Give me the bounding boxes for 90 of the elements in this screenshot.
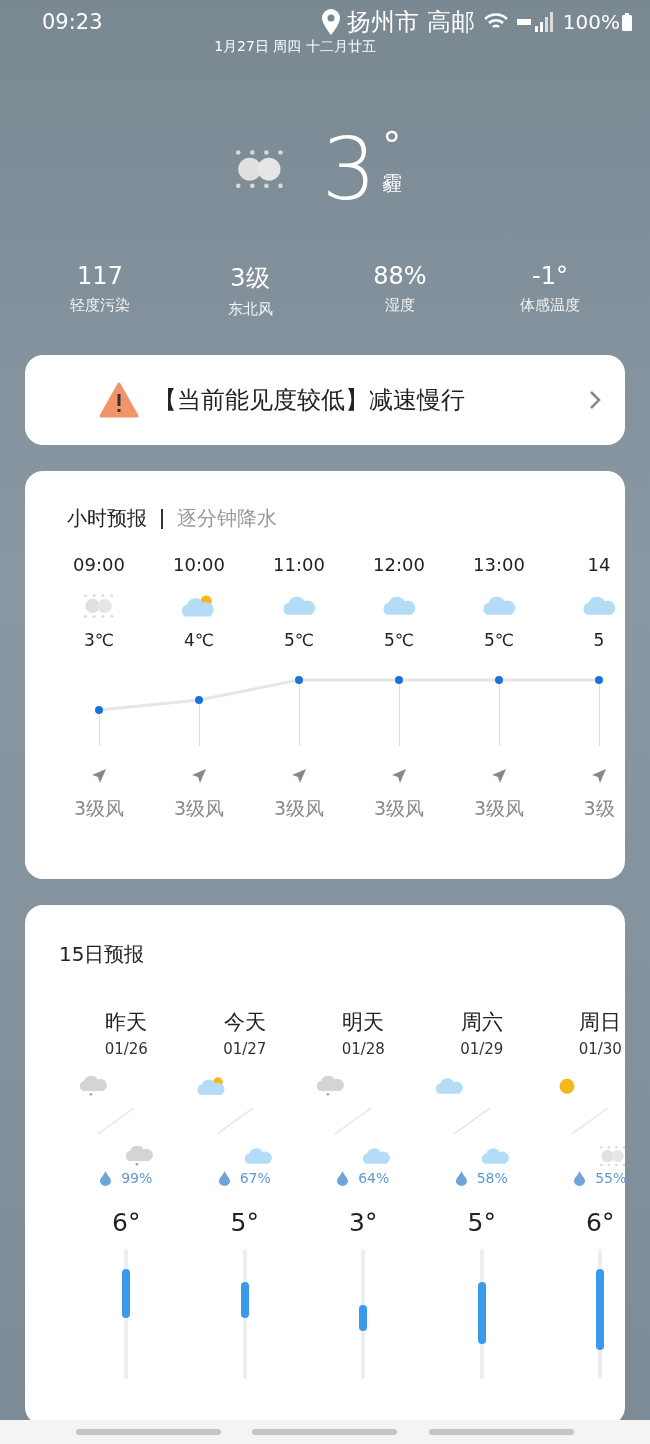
- battery-icon: [622, 13, 632, 31]
- hour-time: 11:00: [273, 554, 325, 577]
- raindrop-icon: [455, 1170, 467, 1186]
- day-name: 周六: [460, 1009, 503, 1036]
- stat-value: 3级: [230, 263, 270, 294]
- temperature-range-bar: [359, 1304, 368, 1331]
- day-date: 01/28: [341, 1040, 385, 1058]
- hour-temperature: 4℃: [184, 630, 214, 650]
- forecast-tab[interactable]: 小时预报: [67, 505, 147, 532]
- raindrop-icon: [574, 1170, 586, 1186]
- temperature-range-bar: [477, 1281, 486, 1344]
- temperature-dot: [295, 676, 303, 684]
- page-indicator[interactable]: [252, 1429, 398, 1435]
- wind-direction-icon: [591, 768, 607, 784]
- page-indicator[interactable]: [429, 1429, 575, 1435]
- day-name: 今天: [223, 1009, 266, 1036]
- card-title: 15日预报: [58, 941, 146, 968]
- day-date: 01/30: [578, 1040, 622, 1058]
- divider-slash: [96, 1106, 137, 1136]
- wind-level: 3级风: [373, 796, 425, 821]
- divider-slash: [214, 1106, 255, 1136]
- day-name: 昨天: [105, 1009, 148, 1036]
- hour-time: 14: [587, 554, 611, 577]
- day-name: 明天: [342, 1009, 385, 1036]
- raindrop-icon: [218, 1170, 230, 1186]
- wind-direction-icon: [491, 768, 507, 784]
- wind-level: 3级风: [473, 796, 525, 821]
- day-date: 01/27: [223, 1040, 267, 1058]
- page-indicator[interactable]: [75, 1429, 221, 1435]
- chevron-right-icon: [589, 390, 601, 410]
- day-name: 周日: [579, 1009, 622, 1036]
- hour-temperature: 5: [593, 630, 605, 650]
- wind-level: 3级: [583, 796, 615, 821]
- alert-banner[interactable]: 【当前能见度较低】减速慢行: [25, 355, 625, 445]
- warning-icon: [99, 382, 139, 418]
- temperature-dot: [495, 676, 503, 684]
- hour-temperature: 5℃: [384, 630, 414, 650]
- location-name[interactable]: 扬州市 高邮: [347, 6, 475, 38]
- rain-probability: 64%: [358, 1170, 390, 1186]
- wind-direction-icon: [191, 768, 207, 784]
- stat-label: 湿度: [385, 296, 415, 315]
- rain-probability: 55%: [595, 1170, 625, 1186]
- wind-direction-icon: [391, 768, 407, 784]
- high-temperature: 6°: [586, 1208, 615, 1237]
- stat-label: 体感温度: [520, 296, 580, 315]
- wind-level: 3级风: [173, 796, 225, 821]
- hour-time: 10:00: [173, 554, 225, 577]
- date-text: 1月27日 周四 十二月廿五: [214, 38, 376, 56]
- stat-label: 东北风: [227, 300, 273, 319]
- rain-probability: 67%: [239, 1170, 271, 1186]
- stat-value: 88%: [373, 262, 427, 290]
- raindrop-icon: [337, 1170, 349, 1186]
- degree-sign: °: [382, 126, 403, 164]
- temperature-dot: [195, 696, 203, 704]
- wind-direction-icon: [291, 768, 307, 784]
- hour-time: 12:00: [373, 554, 425, 577]
- temperature-range-bar: [122, 1268, 131, 1318]
- divider-slash: [451, 1106, 492, 1136]
- rain-probability: 58%: [476, 1170, 508, 1186]
- battery-percentage: 100%: [562, 10, 620, 34]
- divider-slash: [570, 1106, 611, 1136]
- raindrop-icon: [100, 1170, 112, 1186]
- stat-value: 117: [77, 262, 123, 290]
- temperature-dot: [95, 706, 103, 714]
- current-temperature: 3: [321, 126, 377, 212]
- rain-probability: 99%: [121, 1170, 153, 1186]
- location-pin-icon: [321, 9, 342, 35]
- high-temperature: 6°: [112, 1208, 141, 1237]
- high-temperature: 3°: [349, 1208, 378, 1237]
- temperature-range-bar: [240, 1281, 249, 1318]
- temperature-dot: [595, 676, 603, 684]
- divider-slash: [333, 1106, 374, 1136]
- high-temperature: 5°: [467, 1208, 496, 1237]
- high-temperature: 5°: [230, 1208, 259, 1237]
- wind-level: 3级风: [273, 796, 325, 821]
- day-date: 01/29: [460, 1040, 504, 1058]
- status-time: 09:23: [42, 10, 103, 34]
- hour-temperature: 5℃: [484, 630, 514, 650]
- hour-time: 09:00: [73, 554, 125, 577]
- temperature-dot: [395, 676, 403, 684]
- day-date: 01/26: [104, 1040, 148, 1058]
- wind-direction-icon: [91, 768, 107, 784]
- stat-value: -1°: [532, 262, 568, 290]
- stat-label: 轻度污染: [70, 296, 130, 315]
- wind-level: 3级风: [73, 796, 125, 821]
- hour-temperature: 3℃: [84, 630, 114, 650]
- weather-condition: 霾: [382, 170, 403, 197]
- hour-temperature: 5℃: [284, 630, 314, 650]
- alert-text: 【当前能见度较低】减速慢行: [153, 385, 466, 416]
- hour-time: 13:00: [473, 554, 525, 577]
